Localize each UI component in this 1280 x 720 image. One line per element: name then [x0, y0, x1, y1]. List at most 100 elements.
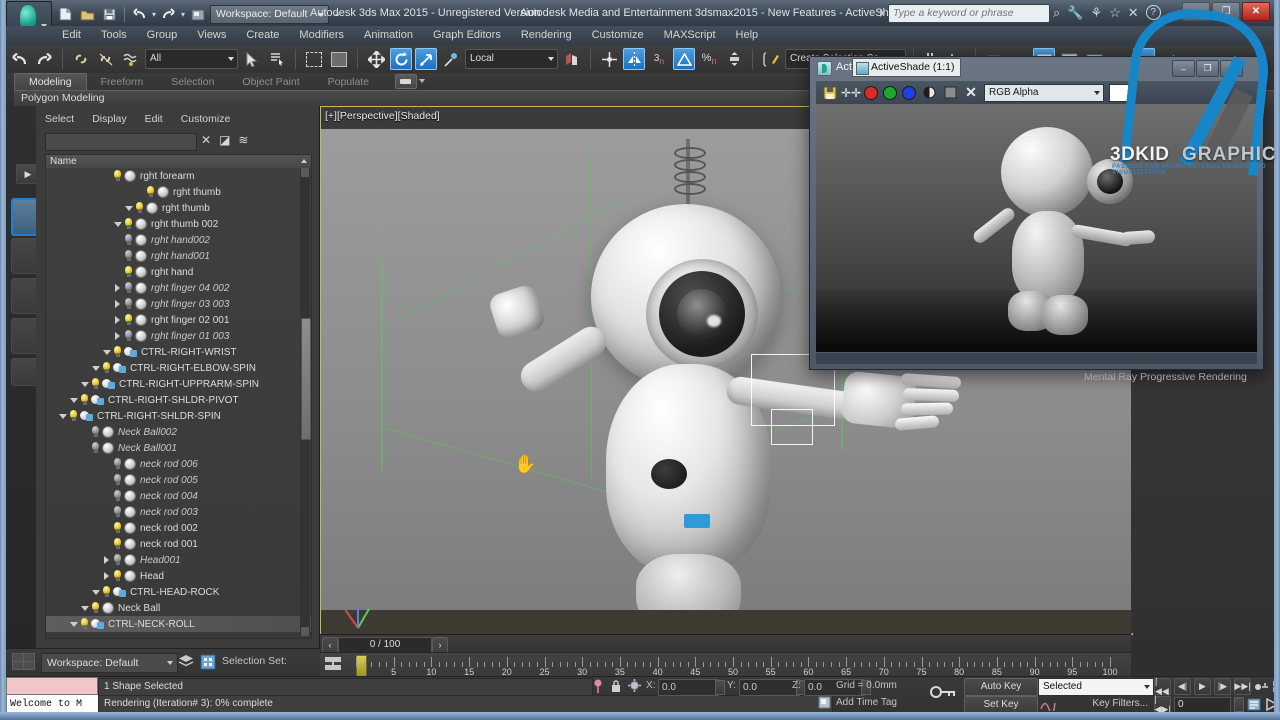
- previous-frame-button[interactable]: ‹: [322, 637, 338, 653]
- scene-tree-row[interactable]: rght thumb: [46, 184, 311, 200]
- scene-explorer-search-input[interactable]: [45, 133, 197, 151]
- wrench-icon[interactable]: 🔧: [1067, 4, 1083, 21]
- rectangular-selection-region-icon[interactable]: [303, 48, 325, 70]
- scene-tree-row[interactable]: CTRL-RIGHT-WRIST: [46, 344, 311, 360]
- scene-tree-row[interactable]: rght forearm: [46, 168, 311, 184]
- color-swatch[interactable]: [1109, 84, 1133, 102]
- scene-tree-row[interactable]: neck rod 004: [46, 488, 311, 504]
- select-and-rotate-icon[interactable]: [390, 48, 412, 70]
- alpha-channel-icon[interactable]: [921, 85, 937, 101]
- search-box[interactable]: [888, 4, 1050, 23]
- add-time-tag-label[interactable]: Add Time Tag: [836, 697, 897, 708]
- expander-open-icon[interactable]: [112, 216, 123, 232]
- clear-image-icon[interactable]: ✕: [963, 85, 979, 101]
- scene-tree-row[interactable]: neck rod 001: [46, 536, 311, 552]
- scene-tree-row[interactable]: rght finger 01 003: [46, 328, 311, 344]
- scene-tree-row[interactable]: Neck Ball001: [46, 440, 311, 456]
- scene-tree-row[interactable]: CTRL-RIGHT-UPPRARM-SPIN: [46, 376, 311, 392]
- scene-tree-row[interactable]: rght hand: [46, 264, 311, 280]
- binoculars-icon[interactable]: ⌕: [1053, 4, 1060, 21]
- lightbulb-off-icon[interactable]: [112, 474, 123, 486]
- play-animation-button[interactable]: ▶: [1194, 678, 1211, 695]
- reference-coordinate-system-combo[interactable]: Local: [465, 49, 558, 69]
- activeshade-maximize-button[interactable]: ❐: [1196, 60, 1219, 77]
- lightb‌ulb-on-icon[interactable]: [145, 186, 156, 198]
- menu-item-edit[interactable]: Edit: [52, 26, 91, 45]
- next-frame-button[interactable]: ›: [432, 637, 448, 653]
- scene-tree-row[interactable]: rght thumb: [46, 200, 311, 216]
- new-file-icon[interactable]: [56, 5, 75, 24]
- expander-open-icon[interactable]: [101, 344, 112, 360]
- expander-open-icon[interactable]: [68, 392, 79, 408]
- menu-item-rendering[interactable]: Rendering: [511, 26, 582, 45]
- scene-tree-row[interactable]: CTRL-RIGHT-SHLDR-PIVOT: [46, 392, 311, 408]
- lightb‌ulb-on-icon[interactable]: [79, 618, 90, 630]
- help-icon[interactable]: ?: [1146, 5, 1161, 20]
- scene-tree-row[interactable]: rght hand002: [46, 232, 311, 248]
- lightbulb-off-icon[interactable]: [123, 282, 134, 294]
- scene-tree-row[interactable]: neck rod 002: [46, 520, 311, 536]
- scene-tree-row[interactable]: rght finger 04 002: [46, 280, 311, 296]
- key-toggle-icon[interactable]: [928, 681, 958, 707]
- use-pivot-point-center-icon[interactable]: [561, 48, 583, 70]
- isolate-selection-icon[interactable]: [628, 679, 641, 695]
- lightb‌ulb-on-icon[interactable]: [112, 538, 123, 550]
- expander-closed-icon[interactable]: [112, 312, 123, 328]
- spinner-snap-toggle-icon[interactable]: [723, 48, 745, 70]
- menu-item-create[interactable]: Create: [236, 26, 289, 45]
- menu-item-animation[interactable]: Animation: [354, 26, 423, 45]
- menu-item-modifiers[interactable]: Modifiers: [289, 26, 354, 45]
- lightb‌ulb-on-icon[interactable]: [112, 522, 123, 534]
- key-filters-button[interactable]: Key Filters...: [1038, 696, 1154, 712]
- workspace-grid-icon[interactable]: [12, 653, 36, 671]
- lightbulb-off-icon[interactable]: [123, 298, 134, 310]
- lightb‌ulb-on-icon[interactable]: [134, 202, 145, 214]
- menu-item-help[interactable]: Help: [726, 26, 769, 45]
- scene-tree-row[interactable]: CTRL-HEAD-ROCK: [46, 584, 311, 600]
- lightbulb-off-icon[interactable]: [112, 506, 123, 518]
- lightb‌ulb-on-icon[interactable]: [123, 266, 134, 278]
- scrollbar-thumb[interactable]: [301, 318, 311, 440]
- scene-tree-row[interactable]: rght finger 03 003: [46, 296, 311, 312]
- explorer-menu-edit[interactable]: Edit: [136, 110, 172, 128]
- expander-closed-icon[interactable]: [112, 296, 123, 312]
- layers-icon[interactable]: ≋: [238, 133, 248, 147]
- lightbulb-off-icon[interactable]: [112, 490, 123, 502]
- green-channel-icon[interactable]: [883, 86, 897, 100]
- scene-tree-scrollbar[interactable]: [300, 168, 310, 636]
- scene-tree-row[interactable]: Head: [46, 568, 311, 584]
- lightb‌ulb-on-icon[interactable]: [123, 218, 134, 230]
- scene-tree-row[interactable]: CTRL-RIGHT-ELBOW-SPIN: [46, 360, 311, 376]
- activeshade-window[interactable]: ActiveShade (1:1) – ❐ ✕ ✛✛ ✕ RGB Alpha: [809, 56, 1264, 370]
- undo-dropdown-icon[interactable]: ▾: [152, 10, 156, 19]
- edit-named-selection-sets-icon[interactable]: [760, 48, 782, 70]
- timeline-ruler[interactable]: 5101520253035404550556065707580859095100: [320, 652, 1131, 677]
- expander-closed-icon[interactable]: [112, 328, 123, 344]
- lightb‌ulb-on-icon[interactable]: [112, 346, 123, 358]
- undo-icon[interactable]: [8, 48, 30, 70]
- lightbulb-off-icon[interactable]: [112, 554, 123, 566]
- key-mode-combo[interactable]: Selected: [1038, 678, 1154, 696]
- save-image-icon[interactable]: [822, 85, 838, 101]
- scene-tree-row[interactable]: Neck Ball002: [46, 424, 311, 440]
- bind-to-space-warp-icon[interactable]: [120, 48, 142, 70]
- key-navigation-button[interactable]: |◀▶|: [1154, 696, 1171, 713]
- lightb‌ulb-on-icon[interactable]: [90, 602, 101, 614]
- lightb‌ulb-on-icon[interactable]: [90, 378, 101, 390]
- expander-open-icon[interactable]: [79, 376, 90, 392]
- exchange-icon[interactable]: ✕: [1128, 4, 1139, 21]
- track-bar[interactable]: ‹ 0 / 100 ›: [320, 634, 1131, 653]
- ribbon-tab-object-paint[interactable]: Object Paint: [228, 75, 313, 90]
- previous-frame-button[interactable]: ◀|: [1174, 678, 1191, 695]
- lightbulb-off-icon[interactable]: [90, 442, 101, 454]
- person-icon[interactable]: ⚘: [1090, 4, 1102, 21]
- scene-tree-row[interactable]: CTRL-NECK-ROLL: [46, 616, 311, 632]
- expander-open-icon[interactable]: [123, 200, 134, 216]
- lightbulb-off-icon[interactable]: [90, 426, 101, 438]
- open-file-icon[interactable]: [78, 5, 97, 24]
- redo-icon[interactable]: [33, 48, 55, 70]
- chevron-down-icon[interactable]: [419, 79, 425, 83]
- time-slider-handle[interactable]: [356, 655, 367, 677]
- lock-selection-icon[interactable]: [610, 679, 622, 696]
- lightb‌ulb-on-icon[interactable]: [123, 314, 134, 326]
